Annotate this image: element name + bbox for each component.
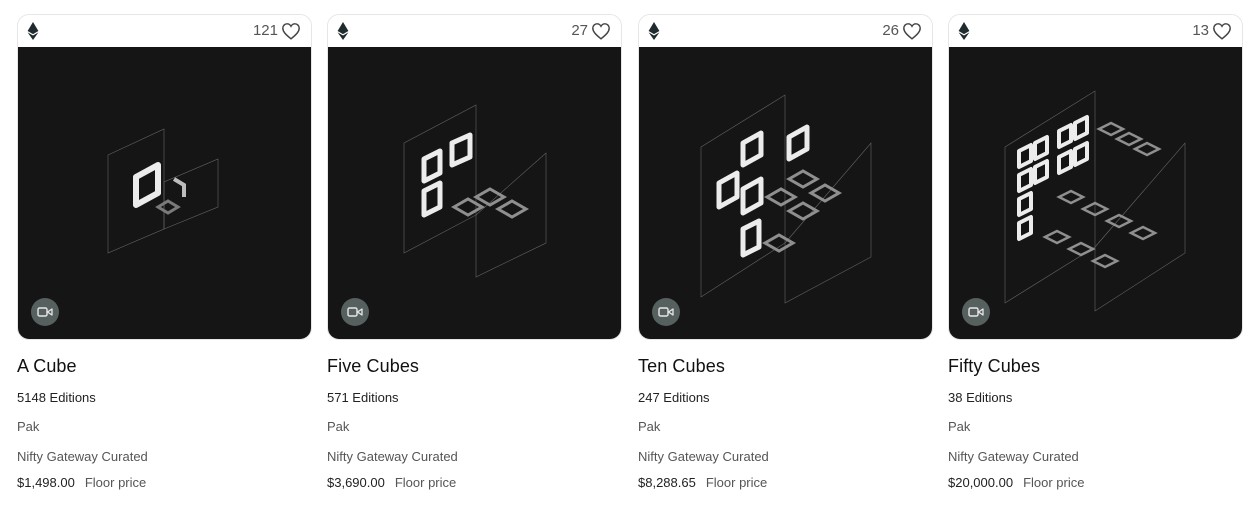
card-frame[interactable]: 121: [17, 14, 312, 340]
card-topbar: 13: [949, 15, 1242, 47]
video-camera-icon: [37, 307, 53, 317]
nft-card[interactable]: 13 Fifty Cubes 38 Editions Pak Nifty Gat…: [948, 14, 1243, 504]
floor-price-value: $1,498.00: [17, 475, 75, 490]
video-badge: [962, 298, 990, 326]
ethereum-icon: [648, 22, 660, 40]
nft-title[interactable]: Ten Cubes: [638, 356, 725, 377]
curation-label: Nifty Gateway Curated: [17, 449, 148, 464]
heart-icon[interactable]: [1212, 22, 1232, 40]
edition-count: 571 Editions: [327, 390, 399, 405]
floor-price-label: Floor price: [705, 475, 768, 490]
nft-title[interactable]: Fifty Cubes: [948, 356, 1040, 377]
cube-artwork: [107, 128, 219, 254]
ethereum-icon: [27, 22, 39, 40]
price-row: $8,288.65 Floor price: [638, 475, 767, 490]
edition-count: 5148 Editions: [17, 390, 96, 405]
card-frame[interactable]: 27: [327, 14, 622, 340]
price-row: $20,000.00 Floor price: [948, 475, 1085, 490]
card-topbar: 27: [328, 15, 621, 47]
cube-artwork: [700, 94, 872, 304]
card-frame[interactable]: 26: [638, 14, 933, 340]
curation-label: Nifty Gateway Curated: [638, 449, 769, 464]
edition-count: 247 Editions: [638, 390, 710, 405]
nft-media[interactable]: [328, 47, 621, 339]
heart-icon[interactable]: [902, 22, 922, 40]
nft-title[interactable]: Five Cubes: [327, 356, 419, 377]
like-count: 27: [571, 22, 588, 39]
card-frame[interactable]: 13: [948, 14, 1243, 340]
like-count: 13: [1192, 22, 1209, 39]
floor-price-label: Floor price: [1023, 475, 1085, 490]
nft-card[interactable]: 27 Five Cubes 571 Editions Pak Nifty Gat…: [327, 14, 622, 504]
nft-media[interactable]: [18, 47, 311, 339]
video-camera-icon: [658, 307, 674, 317]
collection-grid: 121 A Cube 5148 Editions Pak Nifty Gatew…: [17, 14, 1243, 504]
video-camera-icon: [968, 307, 984, 317]
floor-price-value: $8,288.65: [638, 475, 696, 490]
cube-artwork: [1004, 90, 1186, 312]
card-topbar: 121: [18, 15, 311, 47]
like-control[interactable]: 26: [882, 22, 922, 40]
artist-name[interactable]: Pak: [17, 419, 39, 434]
video-camera-icon: [347, 307, 363, 317]
cube-artwork: [403, 104, 547, 278]
ethereum-icon: [337, 22, 349, 40]
edition-count: 38 Editions: [948, 390, 1013, 405]
artist-name[interactable]: Pak: [638, 419, 660, 434]
nft-card[interactable]: 121 A Cube 5148 Editions Pak Nifty Gatew…: [17, 14, 312, 504]
price-row: $1,498.00 Floor price: [17, 475, 146, 490]
ethereum-icon: [958, 22, 970, 40]
curation-label: Nifty Gateway Curated: [948, 449, 1079, 464]
video-badge: [31, 298, 59, 326]
artist-name[interactable]: Pak: [327, 419, 349, 434]
floor-price-value: $20,000.00: [948, 475, 1014, 490]
video-badge: [652, 298, 680, 326]
like-control[interactable]: 27: [571, 22, 611, 40]
floor-price-label: Floor price: [394, 475, 457, 490]
like-count: 26: [882, 22, 899, 39]
floor-price-value: $3,690.00: [327, 475, 385, 490]
nft-media[interactable]: [949, 47, 1242, 339]
nft-media[interactable]: [639, 47, 932, 339]
like-control[interactable]: 13: [1192, 22, 1232, 40]
nft-title[interactable]: A Cube: [17, 356, 77, 377]
floor-price-label: Floor price: [84, 475, 147, 490]
like-control[interactable]: 121: [253, 22, 301, 40]
curation-label: Nifty Gateway Curated: [327, 449, 458, 464]
heart-icon[interactable]: [281, 22, 301, 40]
card-topbar: 26: [639, 15, 932, 47]
nft-card[interactable]: 26 Ten Cubes 247 Editions Pak Nifty Gate…: [638, 14, 933, 504]
artist-name[interactable]: Pak: [948, 419, 970, 434]
video-badge: [341, 298, 369, 326]
heart-icon[interactable]: [591, 22, 611, 40]
like-count: 121: [252, 22, 278, 39]
price-row: $3,690.00 Floor price: [327, 475, 456, 490]
